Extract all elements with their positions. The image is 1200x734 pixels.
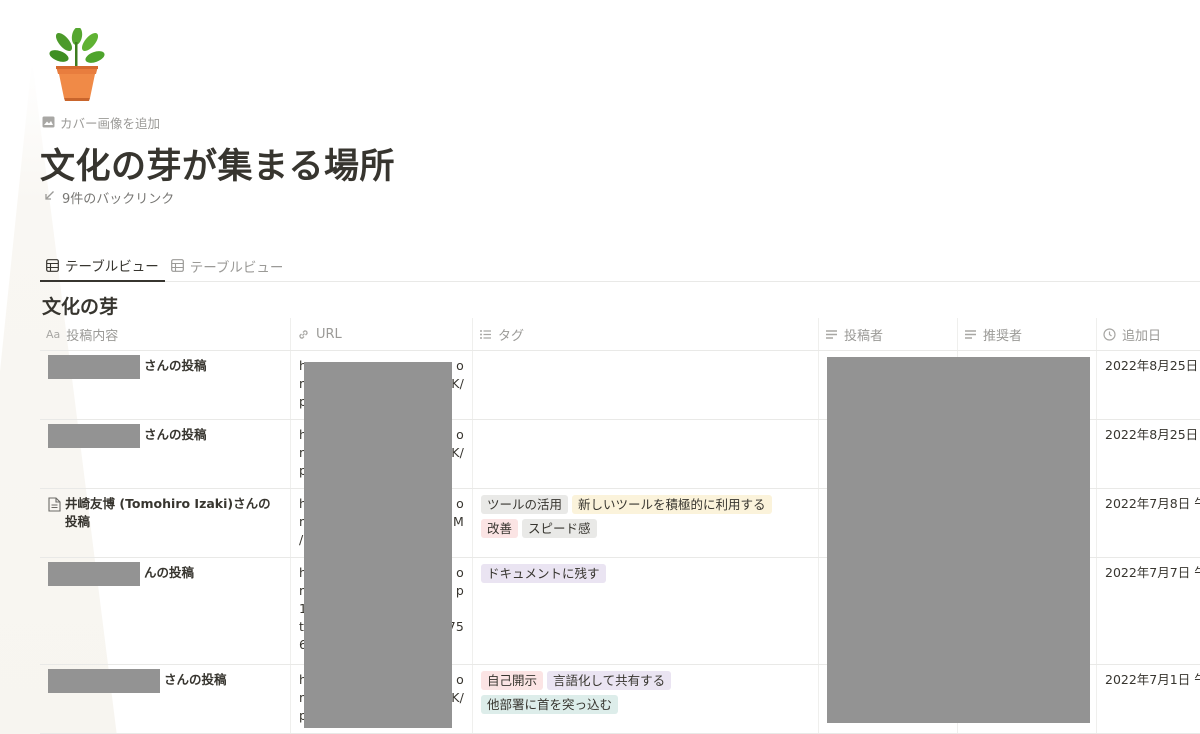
cell-tags[interactable]: 自己開示 言語化して共有する 他部署に首を突っ込む — [473, 665, 819, 733]
link-property-icon — [299, 329, 308, 339]
backlinks-label: 9件のバックリンク — [62, 191, 175, 207]
redacted-name — [48, 355, 140, 379]
redacted-name — [48, 562, 140, 586]
page-document-icon — [48, 497, 61, 512]
redacted-name — [48, 424, 140, 448]
image-icon — [42, 116, 55, 128]
add-cover-label: カバー画像を追加 — [60, 115, 161, 131]
column-header-url[interactable]: URL — [291, 318, 473, 350]
row-title: んの投稿 — [144, 565, 195, 580]
cell-date[interactable]: 2022年8月25日 — [1097, 351, 1200, 419]
page-icon-potted-plant-icon[interactable] — [40, 27, 112, 104]
cell-tags[interactable] — [473, 420, 819, 488]
tag-chip[interactable]: 自己開示 — [481, 671, 544, 690]
notion-page: カバー画像を追加 文化の芽が集まる場所 9件のバックリンク テーブルビュー テー… — [0, 0, 1200, 734]
multi-select-property-icon — [480, 329, 491, 339]
date-value: 2022年8月25日 — [1105, 358, 1199, 373]
redacted-name — [48, 669, 160, 693]
cell-tags[interactable]: ツールの活用 新しいツールを積極的に利用する 改善 スピード感 — [473, 489, 819, 557]
date-value: 2022年7月1日 午 — [1105, 672, 1200, 687]
cell-title[interactable]: さんの投稿 — [40, 665, 291, 733]
column-header-recommender[interactable]: 推奨者 — [958, 318, 1097, 350]
tab-table-view-1[interactable]: テーブルビュー — [40, 250, 165, 282]
text-property-icon: Aa — [46, 327, 61, 341]
add-cover-button[interactable]: カバー画像を追加 — [42, 113, 160, 131]
column-label: 投稿内容 — [66, 328, 119, 344]
table-header: Aa 投稿内容 URL タグ 投稿者 推奨者 追加日 — [40, 318, 1200, 351]
view-tabs: テーブルビュー テーブルビュー — [40, 250, 1200, 282]
column-label: タグ — [498, 328, 525, 344]
cell-title[interactable]: 井崎友博 (Tomohiro Izaki)さんの投稿 — [40, 489, 291, 557]
text-lines-property-icon — [826, 329, 837, 339]
cell-date[interactable]: 2022年7月8日 午 — [1097, 489, 1200, 557]
cell-tags[interactable]: ドキュメントに残す — [473, 558, 819, 664]
redaction-block-urls — [304, 362, 452, 728]
tag-chip[interactable]: 改善 — [481, 519, 519, 538]
cell-title[interactable]: さんの投稿 — [40, 420, 291, 488]
column-header-tags[interactable]: タグ — [473, 318, 819, 350]
redaction-block-people — [827, 357, 1090, 723]
tab-table-view-2[interactable]: テーブルビュー — [165, 250, 290, 281]
date-value: 2022年7月7日 午 — [1105, 565, 1200, 580]
tag-chip[interactable]: スピード感 — [522, 519, 597, 538]
date-value: 2022年7月8日 午 — [1105, 496, 1200, 511]
cell-date[interactable]: 2022年8月25日 — [1097, 420, 1200, 488]
page-title[interactable]: 文化の芽が集まる場所 — [40, 138, 395, 189]
tab-label: テーブルビュー — [189, 259, 284, 276]
backlinks-button[interactable]: 9件のバックリンク — [44, 187, 174, 207]
table-icon — [170, 259, 184, 272]
row-title: 井崎友博 (Tomohiro Izaki)さんの投稿 — [65, 496, 271, 529]
cell-tags[interactable] — [473, 351, 819, 419]
column-label: 追加日 — [1122, 328, 1162, 344]
tab-label: テーブルビュー — [65, 259, 159, 275]
cell-title[interactable]: んの投稿 — [40, 558, 291, 664]
tag-chip[interactable]: 他部署に首を突っ込む — [481, 695, 619, 714]
column-header-date-added[interactable]: 追加日 — [1097, 318, 1200, 350]
cell-date[interactable]: 2022年7月7日 午 — [1097, 558, 1200, 664]
cell-date[interactable]: 2022年7月1日 午 — [1097, 665, 1200, 733]
text-lines-property-icon — [965, 329, 976, 339]
arrow-down-left-icon — [44, 190, 55, 205]
column-header-content[interactable]: Aa 投稿内容 — [40, 318, 291, 350]
column-header-poster[interactable]: 投稿者 — [819, 318, 958, 350]
clock-property-icon — [1103, 327, 1116, 341]
column-label: 推奨者 — [983, 328, 1023, 344]
tag-chip[interactable]: ドキュメントに残す — [481, 564, 606, 583]
tag-chip[interactable]: 言語化して共有する — [547, 671, 672, 690]
cell-title[interactable]: さんの投稿 — [40, 351, 291, 419]
column-label: 投稿者 — [844, 328, 884, 344]
row-title: さんの投稿 — [144, 358, 207, 373]
database-title[interactable]: 文化の芽 — [42, 292, 118, 319]
date-value: 2022年8月25日 — [1105, 427, 1199, 442]
column-label: URL — [316, 326, 342, 342]
row-title: さんの投稿 — [164, 672, 227, 687]
table-icon — [46, 258, 59, 272]
row-title: さんの投稿 — [144, 427, 207, 442]
tag-chip[interactable]: ツールの活用 — [481, 495, 569, 514]
tag-chip[interactable]: 新しいツールを積極的に利用する — [572, 495, 772, 514]
